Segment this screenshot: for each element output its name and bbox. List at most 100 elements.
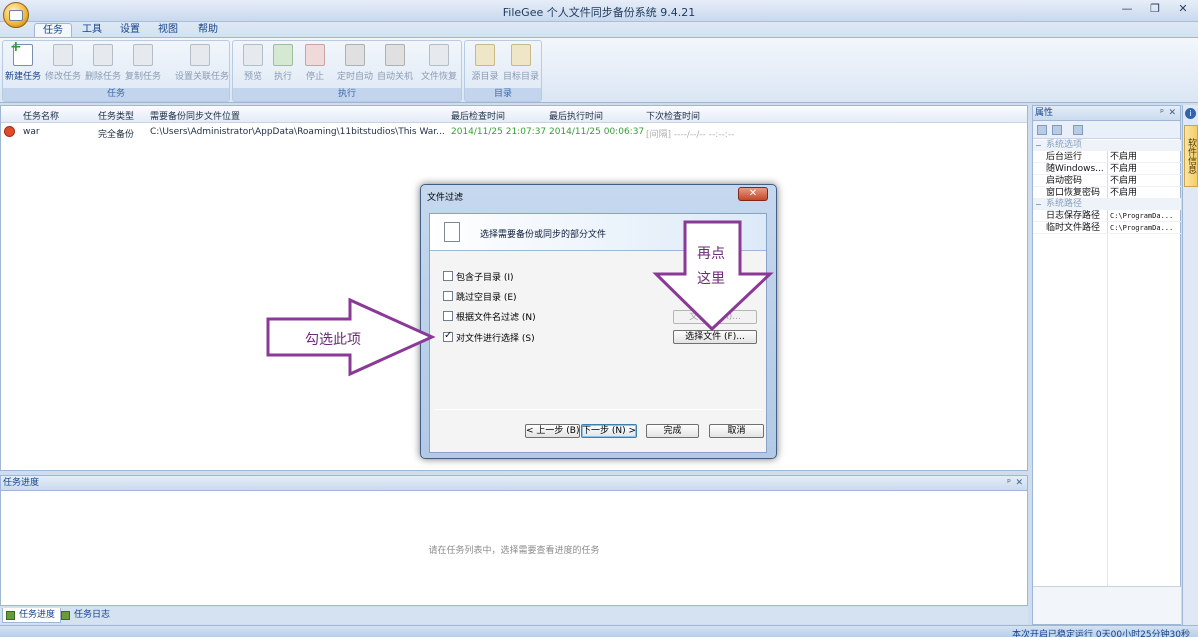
close-icon[interactable]: ✕ [1015, 476, 1023, 490]
property-row[interactable]: 临时文件路径 C:\ProgramDa... [1033, 222, 1181, 234]
folder-icon [511, 44, 531, 66]
pin-icon[interactable]: ᵖ [1007, 476, 1011, 490]
property-row[interactable]: 启动密码 不启用 [1033, 175, 1181, 187]
annotation-click-here-line2: 这里 [697, 271, 725, 287]
column-header[interactable]: 任务名称 [23, 109, 59, 122]
cancel-button[interactable]: 取消 [709, 424, 764, 438]
annotation-click-here-line1: 再点 [697, 246, 725, 262]
title-bar: FileGee 个人文件同步备份系统 9.4.21 — ❐ ✕ [0, 0, 1198, 22]
property-category[interactable]: 系统路径 [1033, 199, 1181, 210]
info-icon[interactable]: i [1185, 108, 1196, 119]
link-task-button[interactable]: 设置关联任务 [175, 44, 229, 86]
preview-icon [243, 44, 263, 66]
folder-icon [475, 44, 495, 66]
property-row[interactable]: 后台运行 不启用 [1033, 151, 1181, 163]
include-subdir-option[interactable]: 包含子目录 (I) [443, 269, 514, 283]
new-task-button[interactable]: 新建任务 [3, 39, 43, 86]
log-tab-icon [61, 611, 70, 620]
pin-icon[interactable]: ᵖ [1160, 106, 1164, 120]
file-filter-dialog: 文件过滤 ✕ 选择需要备份或同步的部分文件 包含子目录 (I) 跳过空目录 (E… [420, 184, 777, 459]
restore-file-icon [429, 44, 449, 66]
progress-tab-icon [6, 611, 15, 620]
edit-task-icon [53, 44, 73, 66]
properties-pane: 属性 ᵖ ✕ 系统选项 后台运行 不启用 随Windows... 不启用 启动密… [1032, 105, 1181, 625]
dialog-separator [434, 409, 762, 410]
ribbon-group-run: 预览 执行 停止 定时自动 自动关机 文件恢复 执行 [232, 40, 462, 102]
properties-header: 属性 ᵖ ✕ [1033, 106, 1180, 121]
tab-task-progress[interactable]: 任务进度 [2, 608, 62, 623]
progress-pane: 任务进度 ᵖ ✕ 请在任务列表中，选择需要查看进度的任务 [0, 475, 1028, 606]
column-header[interactable]: 需要备份同步文件位置 [150, 109, 240, 122]
bottom-tabs: 任务进度 任务日志 [0, 607, 1028, 624]
property-pages-icon[interactable] [1073, 125, 1083, 135]
table-row[interactable]: war 完全备份 C:\Users\Administrator\AppData\… [1, 124, 1027, 140]
include-subdir-checkbox[interactable] [443, 271, 453, 281]
column-header[interactable]: 最后执行时间 [549, 109, 603, 122]
close-icon[interactable]: ✕ [1168, 106, 1176, 120]
target-dir-button[interactable]: 目标目录 [501, 44, 541, 86]
finish-button[interactable]: 完成 [646, 424, 699, 438]
dialog-title: 文件过滤 [427, 193, 464, 203]
skip-empty-dir-checkbox[interactable] [443, 291, 453, 301]
column-header[interactable]: 任务类型 [98, 109, 134, 122]
property-grid: 系统选项 后台运行 不启用 随Windows... 不启用 启动密码 不启用 窗… [1033, 140, 1181, 234]
schedule-button[interactable]: 定时自动 [335, 44, 375, 86]
select-files-checkbox[interactable] [443, 330, 453, 342]
annotation-check-this: 勾选此项 [305, 332, 361, 348]
ribbon-group-label: 目录 [465, 88, 541, 101]
tab-settings[interactable]: 设置 [112, 23, 148, 38]
minimize-icon[interactable]: — [1114, 1, 1140, 18]
property-row[interactable]: 随Windows... 不启用 [1033, 163, 1181, 175]
column-header[interactable]: 最后检查时间 [451, 109, 505, 122]
filter-by-name-option[interactable]: 根据文件名过滤 (N) [443, 309, 536, 323]
task-next-check: [间隔] ----/--/-- --:--:-- [646, 130, 735, 140]
property-row[interactable]: 窗口恢复密码 不启用 [1033, 187, 1181, 199]
property-category[interactable]: 系统选项 [1033, 140, 1181, 151]
properties-title: 属性 [1035, 108, 1054, 118]
copy-task-icon [133, 44, 153, 66]
close-icon[interactable]: ✕ [1170, 1, 1196, 18]
column-header[interactable]: 下次检查时间 [646, 109, 700, 122]
delete-task-button[interactable]: 删除任务 [83, 44, 123, 86]
properties-description [1033, 586, 1181, 624]
shutdown-icon [385, 44, 405, 66]
alphabetical-icon[interactable] [1052, 125, 1062, 135]
software-info-tab[interactable]: 软件信息 [1184, 125, 1198, 187]
property-row[interactable]: 日志保存路径 C:\ProgramDa... [1033, 210, 1181, 222]
ribbon-group-task: 新建任务 修改任务 删除任务 复制任务 设置关联任务 任务 [2, 39, 230, 102]
document-icon [444, 222, 460, 242]
task-list-header: 任务名称 任务类型 需要备份同步文件位置 最后检查时间 最后执行时间 下次检查时… [1, 106, 1027, 123]
progress-pane-header: 任务进度 ᵖ ✕ [1, 476, 1027, 491]
tab-view[interactable]: 视图 [150, 23, 186, 38]
next-button[interactable]: 下一步 (N) > [581, 424, 637, 438]
delete-task-icon [93, 44, 113, 66]
tab-task[interactable]: 任务 [34, 23, 72, 38]
ribbon-group-label: 任务 [3, 88, 229, 101]
properties-toolbar [1033, 121, 1180, 139]
task-type: 完全备份 [98, 130, 135, 140]
dialog-close-button[interactable]: ✕ [738, 187, 768, 201]
stop-button[interactable]: 停止 [295, 44, 335, 86]
tab-help[interactable]: 帮助 [190, 23, 226, 38]
skip-empty-dir-option[interactable]: 跳过空目录 (E) [443, 289, 517, 303]
source-dir-button[interactable]: 源目录 [465, 44, 505, 86]
side-strip: i 软件信息 [1182, 105, 1198, 625]
task-last-run: 2014/11/25 00:06:37 [549, 127, 645, 137]
select-files-option[interactable]: 对文件进行选择 (S) [443, 330, 535, 344]
file-restore-button[interactable]: 文件恢复 [419, 44, 459, 86]
ribbon-group-label: 执行 [233, 88, 461, 101]
filter-by-name-checkbox[interactable] [443, 311, 453, 321]
tab-tools[interactable]: 工具 [74, 23, 110, 38]
auto-shutdown-button[interactable]: 自动关机 [375, 44, 415, 86]
edit-task-button[interactable]: 修改任务 [43, 44, 83, 86]
back-button[interactable]: < 上一步 (B) [525, 424, 580, 438]
categorized-icon[interactable] [1037, 125, 1047, 135]
status-bar: 本次开启已稳定运行 0天00小时25分钟30秒 [0, 625, 1198, 637]
filename-button[interactable]: 文件名 (A)... [673, 310, 757, 324]
copy-task-button[interactable]: 复制任务 [123, 44, 163, 86]
tab-task-log[interactable]: 任务日志 [58, 608, 115, 623]
select-files-button[interactable]: 选择文件 (F)... [673, 330, 757, 344]
app-menu-orb-icon[interactable] [3, 2, 29, 28]
stop-icon [305, 44, 325, 66]
restore-icon[interactable]: ❐ [1142, 1, 1168, 18]
